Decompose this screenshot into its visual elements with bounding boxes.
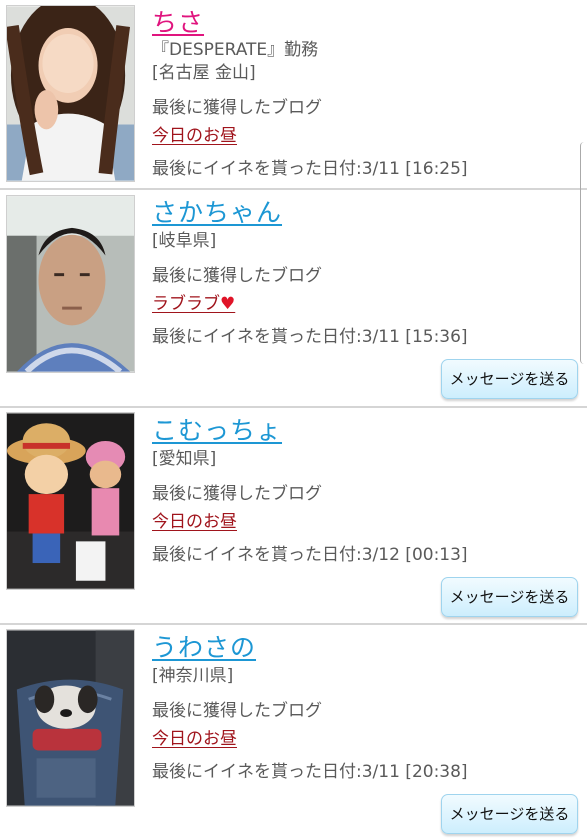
last-like-date: 最後にイイネを貰った日付:3/11 [20:38] <box>152 762 468 782</box>
blog-title-link[interactable]: 今日のお昼 <box>152 125 237 147</box>
blog-title-link[interactable]: 今日のお昼 <box>152 728 237 750</box>
last-like-date: 最後にイイネを貰った日付:3/12 [00:13] <box>152 545 468 565</box>
profile-area: [岐阜県] <box>152 231 217 251</box>
blog-heading: 最後に獲得したブログ <box>152 266 322 286</box>
heart-icon: ♥ <box>220 294 236 314</box>
plush-toys-photo-icon <box>7 413 134 589</box>
profile-card: ちさ 『DESPERATE』勤務 [名古屋 金山] 最後に獲得したブログ 今日の… <box>0 0 587 190</box>
profile-card: さかちゃん [岐阜県] 最後に獲得したブログ ラブラブ♥ 最後にイイネを貰った日… <box>0 188 587 408</box>
blog-heading: 最後に獲得したブログ <box>152 484 322 504</box>
profile-name[interactable]: ちさ <box>152 8 204 38</box>
profile-photo[interactable] <box>6 5 135 182</box>
profile-photo[interactable] <box>6 629 135 807</box>
profile-area: [愛知県] <box>152 449 217 469</box>
blog-title-link[interactable]: 今日のお昼 <box>152 511 237 533</box>
last-like-date: 最後にイイネを貰った日付:3/11 [15:36] <box>152 327 468 347</box>
blog-title-link[interactable]: ラブラブ♥ <box>152 293 235 315</box>
send-message-button[interactable]: メッセージを送る <box>441 794 578 834</box>
last-like-date: 最後にイイネを貰った日付:3/11 [16:25] <box>152 159 468 179</box>
man-in-car-photo-icon <box>7 196 134 372</box>
blog-title-text: ラブラブ <box>152 294 220 314</box>
profile-area: [名古屋 金山] <box>152 63 256 83</box>
profile-photo[interactable] <box>6 412 135 590</box>
profile-card: うわさの [神奈川県] 最後に獲得したブログ 今日のお昼 最後にイイネを貰った日… <box>0 623 587 840</box>
profile-card: こむっちょ [愛知県] 最後に獲得したブログ 今日のお昼 最後にイイネを貰った日… <box>0 406 587 625</box>
profile-workplace: 『DESPERATE』勤務 <box>152 40 319 60</box>
profile-photo[interactable] <box>6 195 135 373</box>
profile-name[interactable]: こむっちょ <box>152 416 282 446</box>
woman-profile-photo-icon <box>7 6 134 181</box>
blog-heading: 最後に獲得したブログ <box>152 701 322 721</box>
profile-area: [神奈川県] <box>152 666 234 686</box>
send-message-button[interactable]: メッセージを送る <box>441 577 578 617</box>
send-message-button[interactable]: メッセージを送る <box>441 359 578 399</box>
profile-name[interactable]: うわさの <box>152 633 256 663</box>
blog-heading: 最後に獲得したブログ <box>152 98 322 118</box>
dog-in-bag-photo-icon <box>7 630 134 806</box>
profile-name[interactable]: さかちゃん <box>152 198 282 228</box>
